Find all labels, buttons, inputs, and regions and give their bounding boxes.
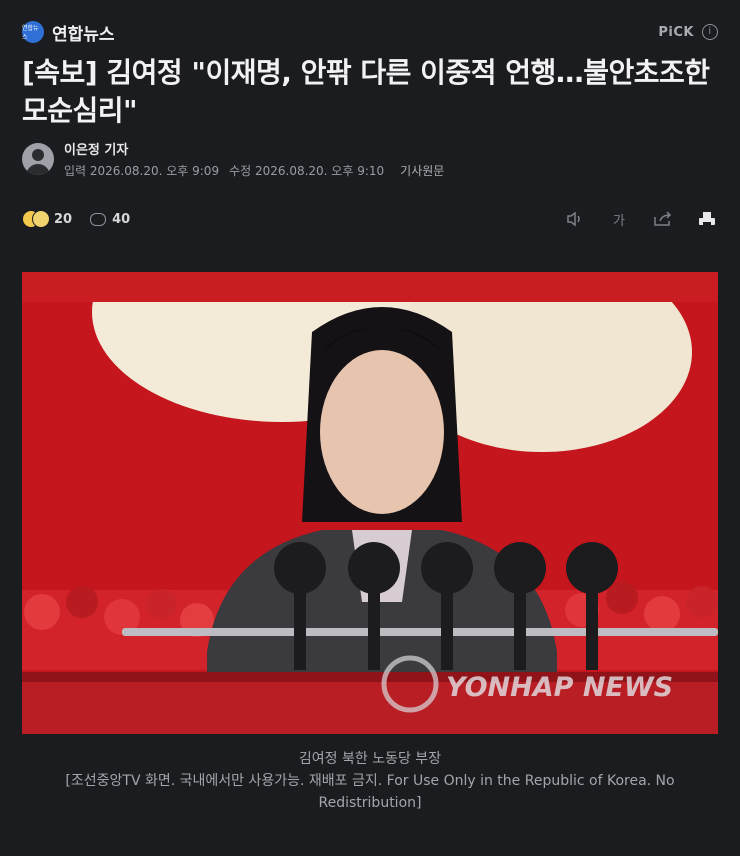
font-size-label: 가 [613,213,625,229]
pick-label: PiCK [658,24,694,40]
reaction-count: 20 [54,211,73,227]
face-shape [320,350,444,514]
reaction-emoji-icon [22,210,50,228]
press-brand[interactable]: 연합뉴스 연합뉴스 [22,20,115,45]
speaker-icon[interactable] [564,210,586,228]
article-actions: 20 40 가 [22,206,718,232]
press-name[interactable]: 연합뉴스 [52,20,115,45]
photo-watermark: YONHAP NEWS [446,672,673,703]
original-article-link[interactable]: 기사원문 [400,162,444,179]
press-logo: 연합뉴스 [22,21,44,43]
pick-badge[interactable]: PiCK i [658,24,718,40]
press-logo-text: 연합뉴스 [22,25,39,41]
top-bar: 연합뉴스 연합뉴스 PiCK i [22,18,718,46]
comment-button[interactable]: 40 [90,212,130,227]
share-icon[interactable] [652,210,674,228]
info-icon[interactable]: i [702,24,718,40]
font-size-button[interactable]: 가 [608,210,630,229]
caption-credit: [조선중앙TV 화면. 국내에서만 사용가능. 재배포 금지. For Use … [65,773,675,811]
reporter-avatar[interactable] [22,143,54,175]
photo-caption: 김여정 북한 노동당 부장 [조선중앙TV 화면. 국내에서만 사용가능. 재배… [22,748,718,814]
modified-time: 수정 2026.08.20. 오후 9:10 [229,164,385,178]
reaction-button[interactable]: 20 [22,210,72,228]
photo-illustration: YONHAP NEWS [22,272,718,734]
byline: 이은정 기자 입력 2026.08.20. 오후 9:09 수정 2026.08… [22,139,444,179]
comment-icon [90,212,107,226]
caption-title: 김여정 북한 노동당 부장 [298,751,442,767]
comment-count: 40 [112,211,131,227]
podium-rail [122,628,718,636]
print-icon[interactable] [696,210,718,228]
article-photo[interactable]: YONHAP NEWS [22,272,718,734]
article-headline: [속보] 김여정 "이재명, 안팎 다른 이중적 언행…불안초조한 모순심리" [22,56,710,127]
article-dates: 입력 2026.08.20. 오후 9:09 수정 2026.08.20. 오후… [64,162,444,179]
reporter-name[interactable]: 이은정 기자 [64,139,444,158]
published-time: 입력 2026.08.20. 오후 9:09 [64,164,220,178]
